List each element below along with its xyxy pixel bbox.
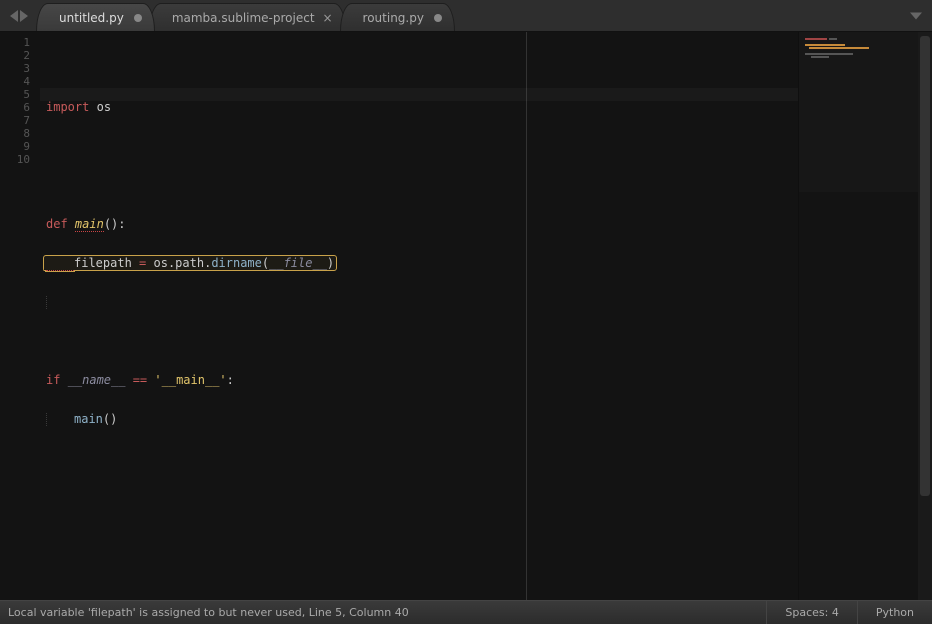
code-token: filepath bbox=[74, 256, 132, 271]
code-token: def bbox=[46, 217, 68, 231]
status-syntax[interactable]: Python bbox=[857, 601, 932, 624]
code-token: == bbox=[125, 373, 154, 387]
minimap-line bbox=[805, 44, 845, 46]
minimap-line bbox=[809, 47, 869, 49]
status-indent[interactable]: Spaces: 4 bbox=[766, 601, 856, 624]
current-line-highlight bbox=[40, 88, 798, 101]
tab-routing[interactable]: routing.py bbox=[340, 3, 455, 31]
code-token: path bbox=[175, 256, 204, 270]
line-number: 5 bbox=[0, 88, 40, 101]
code-token: __file__ bbox=[269, 256, 327, 270]
vertical-scrollbar[interactable] bbox=[918, 32, 932, 600]
tab-nav-prev-icon[interactable] bbox=[8, 10, 18, 22]
tab-bar: untitled.py mamba.sublime-project × rout… bbox=[0, 0, 932, 32]
tab-overflow-menu-icon[interactable] bbox=[910, 12, 922, 19]
scrollbar-thumb[interactable] bbox=[920, 36, 930, 496]
tab-nav-next-icon[interactable] bbox=[20, 10, 30, 22]
editor-window: untitled.py mamba.sublime-project × rout… bbox=[0, 0, 932, 624]
tab-project[interactable]: mamba.sublime-project × bbox=[149, 3, 346, 31]
line-number: 10 bbox=[0, 153, 40, 166]
minimap-line bbox=[805, 53, 853, 55]
indent-guide bbox=[46, 413, 47, 426]
code-token: ) bbox=[327, 256, 334, 270]
minimap-line bbox=[811, 56, 829, 58]
close-icon[interactable]: × bbox=[322, 11, 332, 25]
code-token: () bbox=[104, 217, 118, 231]
code-token: dirname bbox=[211, 256, 262, 270]
code-token: __name__ bbox=[68, 373, 126, 387]
tab-label: mamba.sublime-project bbox=[172, 11, 315, 25]
code-token: main bbox=[74, 412, 103, 426]
line-number: 4 bbox=[0, 75, 40, 88]
line-number: 1 bbox=[0, 36, 40, 49]
code-token: os bbox=[97, 100, 111, 114]
code-token: os bbox=[153, 256, 167, 270]
code-token: () bbox=[103, 412, 117, 426]
line-number: 7 bbox=[0, 114, 40, 127]
lint-highlight-box: filepath = os.path.dirname(__file__) bbox=[44, 256, 336, 270]
code-token: = bbox=[132, 256, 154, 270]
column-ruler bbox=[526, 32, 527, 600]
line-number: 8 bbox=[0, 127, 40, 140]
code-token: if bbox=[46, 373, 60, 387]
tab-nav-arrows bbox=[4, 0, 36, 31]
code-token: import bbox=[46, 100, 89, 114]
code-token: : bbox=[118, 217, 125, 231]
status-message: Local variable 'filepath' is assigned to… bbox=[0, 606, 766, 619]
minimap[interactable] bbox=[798, 32, 918, 600]
dirty-indicator-icon bbox=[134, 14, 142, 22]
code-token: '__main__' bbox=[154, 373, 226, 387]
line-number-gutter: 1 2 3 4 5 6 7 8 9 10 bbox=[0, 32, 40, 600]
line-number: 6 bbox=[0, 101, 40, 114]
minimap-line bbox=[805, 38, 827, 40]
code-token: : bbox=[227, 373, 234, 387]
tab-label: routing.py bbox=[363, 11, 424, 25]
indent-guide bbox=[46, 296, 47, 309]
code-editor[interactable]: import os def main(): filepath = os.path… bbox=[40, 32, 798, 600]
tab-untitled[interactable]: untitled.py bbox=[36, 3, 155, 31]
status-bar: Local variable 'filepath' is assigned to… bbox=[0, 600, 932, 624]
dirty-indicator-icon bbox=[434, 14, 442, 22]
tab-label: untitled.py bbox=[59, 11, 124, 25]
line-number: 9 bbox=[0, 140, 40, 153]
editor-area: 1 2 3 4 5 6 7 8 9 10 import os def main(… bbox=[0, 32, 932, 600]
line-number: 2 bbox=[0, 49, 40, 62]
line-number: 3 bbox=[0, 62, 40, 75]
code-token: main bbox=[75, 217, 104, 232]
minimap-line bbox=[829, 38, 837, 40]
